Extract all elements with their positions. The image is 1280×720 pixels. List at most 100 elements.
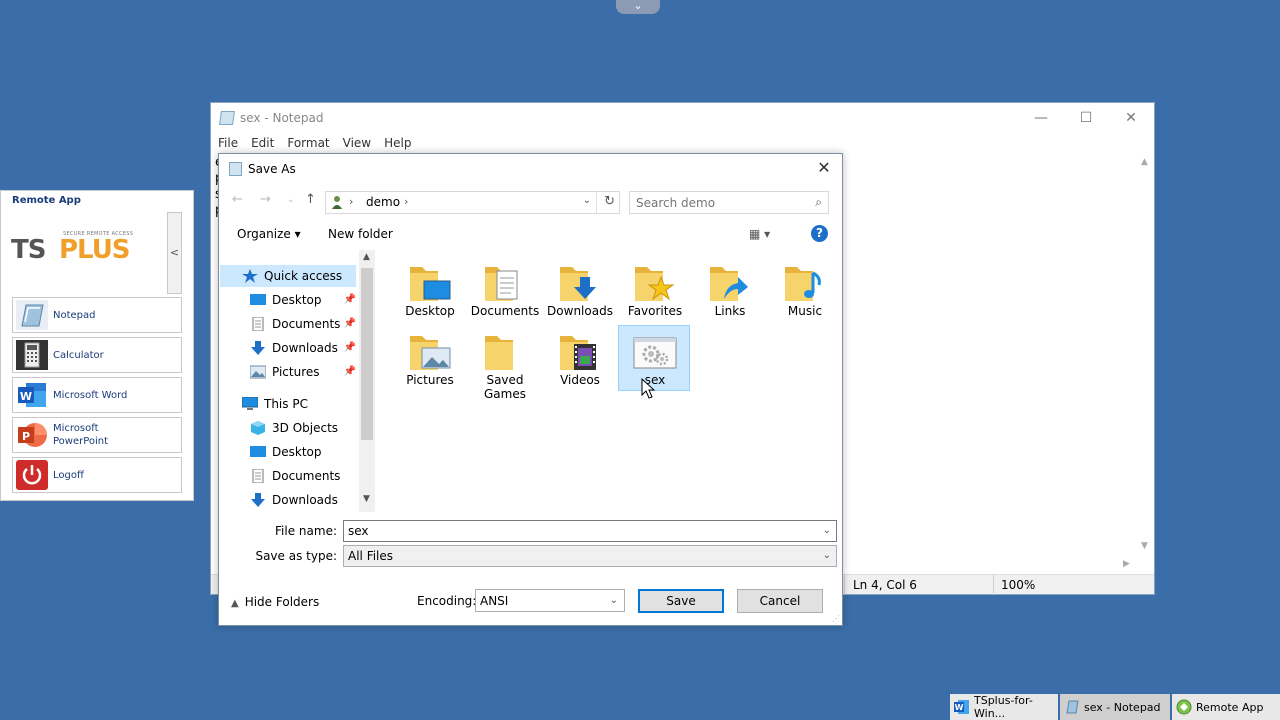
recent-locations-icon[interactable]: ⌄ xyxy=(287,195,295,205)
taskbar-item-notepad[interactable]: sex - Notepad xyxy=(1060,694,1170,720)
app-button-word[interactable]: W Microsoft Word xyxy=(12,377,182,413)
search-box[interactable]: ⌕ xyxy=(629,191,829,214)
power-icon xyxy=(16,460,48,490)
status-position: Ln 4, Col 6 xyxy=(853,578,917,592)
tsplus-logo: SECURE REMOTE ACCESS TS PLUS xyxy=(11,231,135,265)
address-divider xyxy=(596,192,597,213)
folder-item-downloads[interactable]: Downloads xyxy=(544,257,616,323)
file-label: Downloads xyxy=(547,304,613,318)
refresh-icon[interactable]: ↻ xyxy=(604,194,615,209)
pin-icon[interactable]: 📌 xyxy=(344,318,356,329)
address-bar[interactable]: › demo › ⌄ ↻ xyxy=(325,191,620,214)
folder-item-saved-games[interactable]: Saved Games xyxy=(469,326,541,401)
maximize-icon[interactable]: ☐ xyxy=(1071,108,1101,128)
view-options-icon[interactable]: ▦ ▾ xyxy=(749,227,770,241)
resize-grip-icon[interactable]: ⋰ xyxy=(832,614,840,623)
cube-icon xyxy=(251,421,265,435)
scroll-down-icon[interactable]: ▼ xyxy=(363,494,370,504)
app-label: Logoff xyxy=(53,469,84,481)
nav-desktop[interactable]: Desktop xyxy=(220,441,356,463)
app-button-notepad[interactable]: Notepad xyxy=(12,297,182,333)
notepad-vertical-scrollbar[interactable]: ▲ ▼ xyxy=(1137,155,1154,555)
chevron-down-icon[interactable]: ⌄ xyxy=(823,525,831,536)
file-label: Links xyxy=(714,304,746,318)
organize-button[interactable]: Organize ▾ xyxy=(237,227,301,241)
save-button[interactable]: Save xyxy=(638,589,724,613)
scroll-down-icon[interactable]: ▼ xyxy=(1141,541,1148,551)
nav-label: Quick access xyxy=(264,269,343,283)
save-type-select[interactable]: All Files ⌄ xyxy=(343,545,837,567)
folder-item-music[interactable]: Music xyxy=(769,257,841,323)
file-name-input[interactable]: sex ⌄ xyxy=(343,520,837,542)
up-arrow-icon[interactable]: ↑ xyxy=(305,192,316,207)
taskbar-item-tsplus[interactable]: W TSplus-for-Win... xyxy=(950,694,1058,720)
folder-item-desktop[interactable]: Desktop xyxy=(394,257,466,323)
cancel-button[interactable]: Cancel xyxy=(737,589,823,613)
chevron-down-icon[interactable]: ⌄ xyxy=(610,595,618,606)
user-folder-icon xyxy=(332,196,342,209)
nav-quick-access[interactable]: Quick access xyxy=(220,265,356,287)
folder-item-links[interactable]: Links xyxy=(694,257,766,323)
nav-desktop-pinned[interactable]: Desktop 📌 xyxy=(220,289,356,311)
menu-format[interactable]: Format xyxy=(280,133,335,153)
nav-downloads-pinned[interactable]: Downloads 📌 xyxy=(220,337,356,359)
hide-folders-label: Hide Folders xyxy=(244,595,320,609)
svg-text:P: P xyxy=(22,430,30,443)
chevron-down-icon[interactable]: ⌄ xyxy=(583,195,591,206)
scroll-up-icon[interactable]: ▲ xyxy=(363,252,370,262)
back-arrow-icon[interactable]: ← xyxy=(232,192,243,207)
help-icon[interactable]: ? xyxy=(811,225,828,242)
chevron-right-icon[interactable]: › xyxy=(404,195,408,208)
close-icon[interactable]: ✕ xyxy=(814,158,834,178)
folder-item-documents[interactable]: Documents xyxy=(469,257,541,323)
top-dropdown-tab[interactable]: ⌄ xyxy=(616,0,660,14)
app-button-logoff[interactable]: Logoff xyxy=(12,457,182,493)
menu-file[interactable]: File xyxy=(211,133,244,153)
scroll-up-icon[interactable]: ▲ xyxy=(1141,157,1148,167)
pin-icon[interactable]: 📌 xyxy=(344,342,356,353)
forward-arrow-icon[interactable]: → xyxy=(260,192,271,207)
encoding-select[interactable]: ANSI ⌄ xyxy=(475,589,625,612)
minimize-icon[interactable]: — xyxy=(1026,108,1056,128)
app-button-powerpoint[interactable]: P Microsoft PowerPoint xyxy=(12,417,182,453)
nav-label: Downloads xyxy=(272,341,338,355)
close-icon[interactable]: ✕ xyxy=(1116,108,1146,128)
new-folder-button[interactable]: New folder xyxy=(328,227,393,241)
nav-downloads[interactable]: Downloads xyxy=(220,489,356,511)
documents-folder-icon xyxy=(485,267,518,301)
search-icon[interactable]: ⌕ xyxy=(815,195,822,210)
nav-documents-pinned[interactable]: Documents 📌 xyxy=(220,313,356,335)
downloads-icon xyxy=(251,341,265,355)
downloads-folder-icon xyxy=(560,267,596,301)
links-folder-icon xyxy=(710,267,748,301)
notepad-titlebar[interactable]: sex - Notepad — ☐ ✕ xyxy=(211,103,1154,133)
breadcrumb-demo[interactable]: demo xyxy=(366,195,400,209)
nav-this-pc[interactable]: This PC xyxy=(220,393,356,415)
file-label: Videos xyxy=(560,373,600,387)
hide-folders-button[interactable]: ▲ Hide Folders xyxy=(231,595,319,609)
nav-scrollbar[interactable]: ▲ ▼ xyxy=(359,250,375,512)
nav-3d-objects[interactable]: 3D Objects xyxy=(220,417,356,439)
menu-edit[interactable]: Edit xyxy=(244,133,280,153)
taskbar-item-remote-app[interactable]: Remote App xyxy=(1172,694,1280,720)
folder-item-pictures[interactable]: Pictures xyxy=(394,326,466,392)
nav-documents[interactable]: Documents xyxy=(220,465,356,487)
scroll-thumb[interactable] xyxy=(361,268,373,440)
file-name-value: sex xyxy=(348,524,369,538)
collapse-panel-button[interactable]: < xyxy=(167,212,182,294)
nav-pictures-pinned[interactable]: Pictures 📌 xyxy=(220,361,356,383)
chevron-down-icon[interactable]: ⌄ xyxy=(823,550,831,561)
pin-icon[interactable]: 📌 xyxy=(344,294,356,305)
pin-icon[interactable]: 📌 xyxy=(344,366,356,377)
remote-app-icon xyxy=(1176,699,1192,715)
app-label: Calculator xyxy=(53,349,104,361)
search-input[interactable] xyxy=(636,195,806,211)
scroll-right-icon[interactable]: ▶ xyxy=(1123,559,1130,569)
menu-view[interactable]: View xyxy=(336,133,377,153)
menu-help[interactable]: Help xyxy=(377,133,417,153)
folder-item-favorites[interactable]: Favorites xyxy=(619,257,691,323)
app-button-calculator[interactable]: Calculator xyxy=(12,337,182,373)
folder-item-videos[interactable]: Videos xyxy=(544,326,616,392)
notepad-icon xyxy=(219,111,235,125)
status-zoom: 100% xyxy=(1001,578,1036,592)
